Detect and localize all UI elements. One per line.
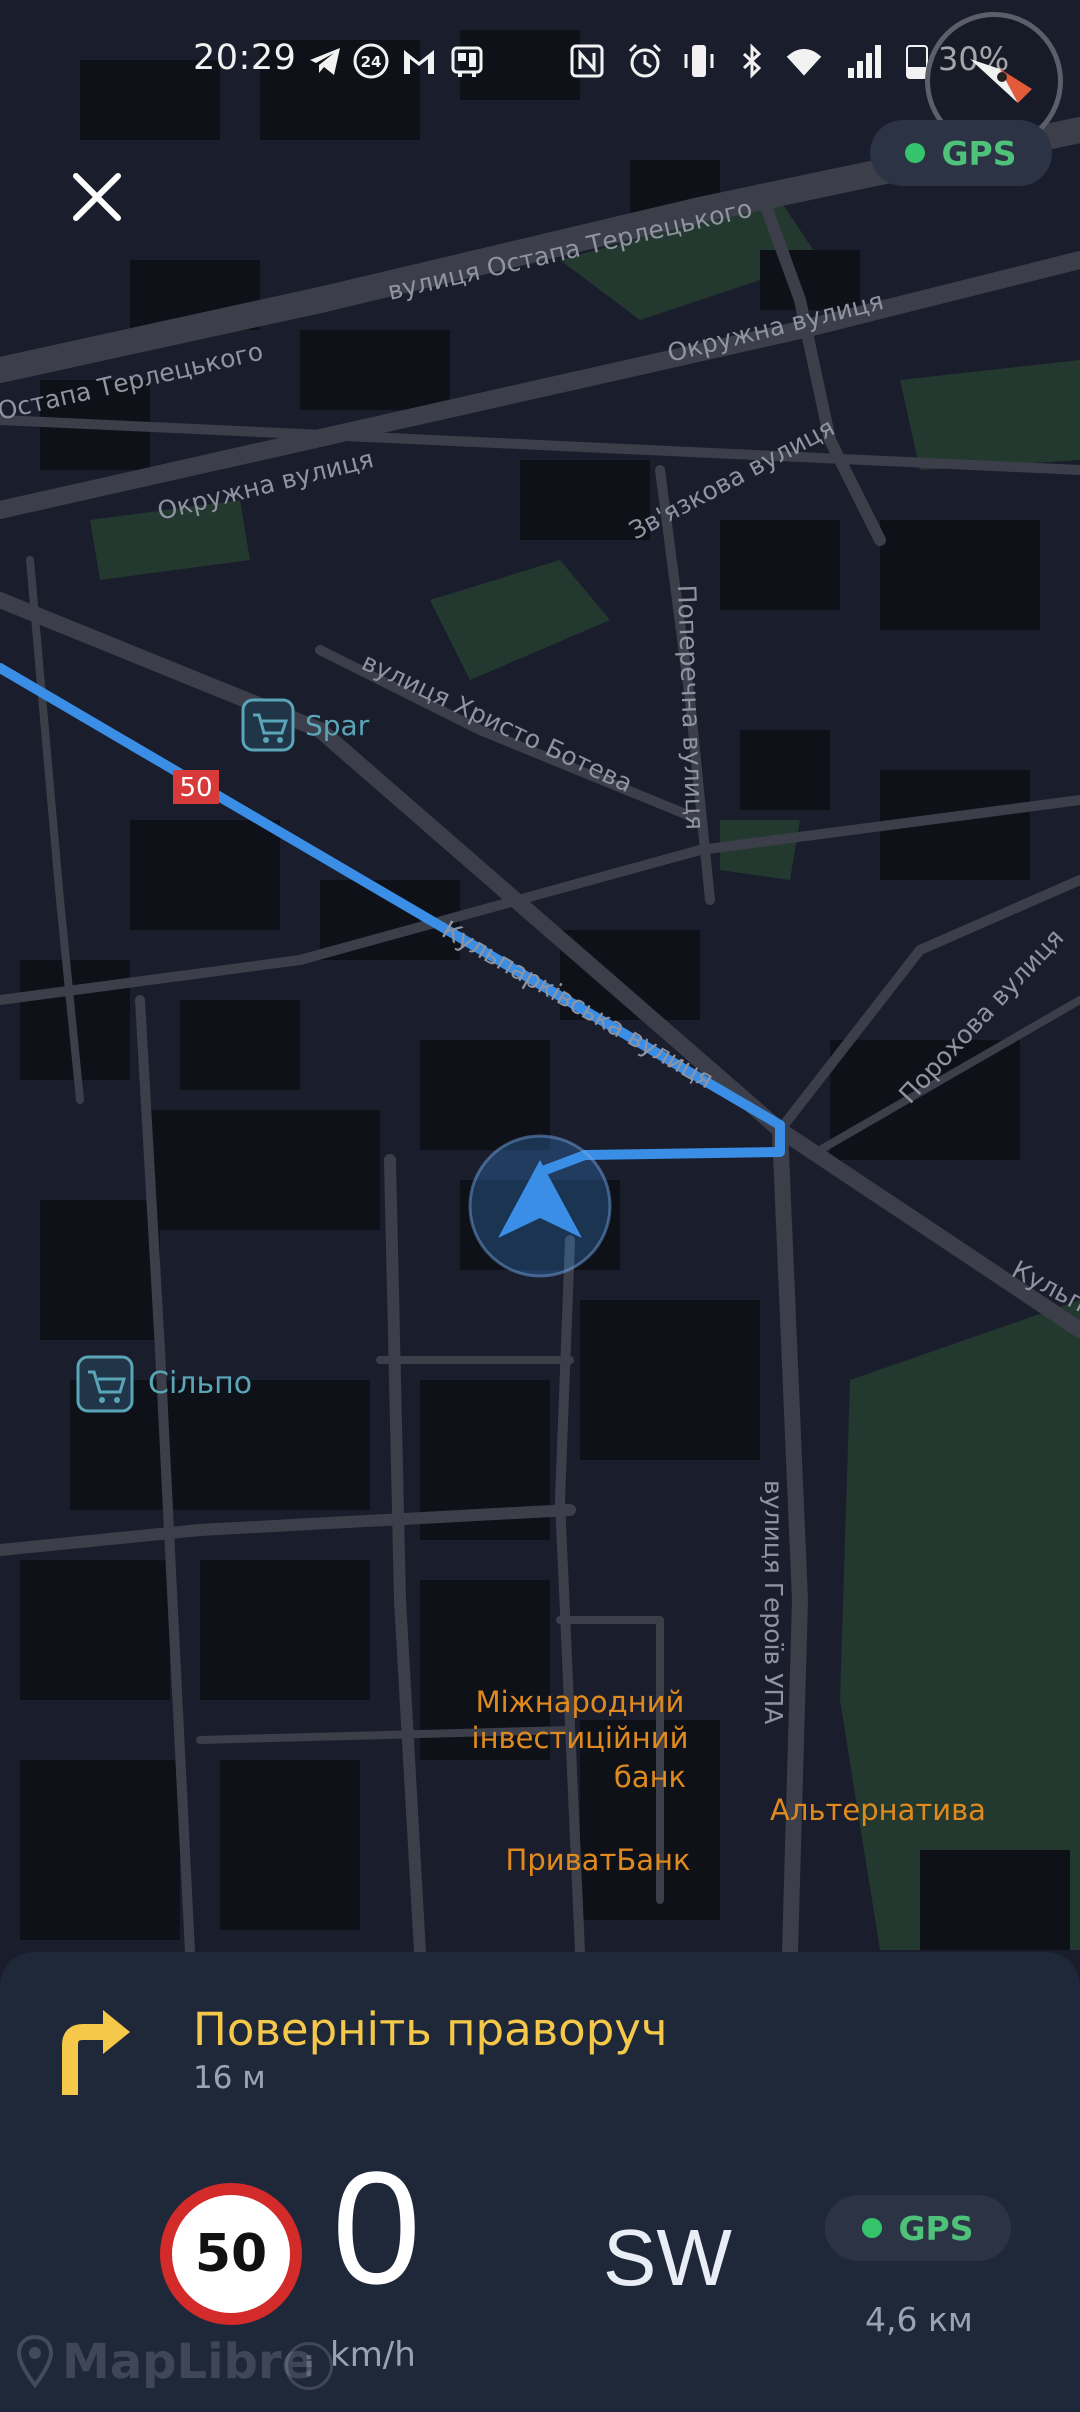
info-icon: i: [304, 2349, 314, 2383]
gps-status-dot: [862, 2218, 883, 2238]
close-button[interactable]: [62, 162, 132, 232]
nfc-icon: [570, 44, 604, 78]
speed-unit: km/h: [330, 2335, 416, 2375]
location-marker: [468, 1134, 612, 1278]
turn-distance: 16 м: [193, 2060, 266, 2096]
24-channel-icon: 24: [353, 43, 389, 79]
remaining-distance: 4,6 км: [865, 2300, 973, 2339]
status-bar: 20:29 24 30%: [0, 0, 1080, 120]
alarm-icon: [628, 43, 662, 78]
gmail-icon: [404, 50, 434, 74]
gps-status-dot: [905, 143, 926, 163]
signal-icon: [848, 45, 881, 78]
telegram-icon: [310, 48, 340, 75]
maplibre-logo: MapLibre: [16, 2332, 314, 2392]
turn-instruction: Поверніть праворуч: [193, 2003, 668, 2056]
map-pin-icon: [16, 2335, 54, 2389]
svg-text:50: 50: [179, 773, 212, 803]
bluetooth-icon: [742, 43, 762, 79]
svg-text:24: 24: [361, 53, 382, 71]
close-icon: [73, 173, 121, 221]
speed-limit-sign: 50: [160, 2183, 302, 2325]
poi-label: Spar: [305, 709, 370, 742]
attribution-info-button[interactable]: i: [285, 2342, 333, 2390]
heading-direction: SW: [603, 2213, 732, 2302]
street-label: вулиця Героїв УПА: [759, 1480, 788, 1724]
bus-app-icon: [451, 46, 483, 77]
maplibre-logo-text: MapLibre: [62, 2334, 315, 2390]
road-speed-badge: 50: [173, 770, 219, 804]
svg-text:банк: банк: [614, 1760, 686, 1794]
status-time: 20:29: [193, 38, 297, 78]
gps-label: GPS: [941, 133, 1017, 173]
gps-status-chip-bottom[interactable]: GPS: [825, 2195, 1011, 2261]
gps-status-chip[interactable]: GPS: [870, 120, 1052, 186]
svg-text:Міжнародний: Міжнародний: [476, 1685, 685, 1719]
poi-alternatyva[interactable]: Альтернатива: [770, 1793, 986, 1827]
wifi-icon: [786, 48, 822, 76]
current-speed: 0: [332, 2138, 421, 2317]
poi-privatbank[interactable]: ПриватБанк: [506, 1843, 691, 1877]
svg-text:інвестиційний: інвестиційний: [472, 1721, 689, 1755]
poi-label: Сільпо: [148, 1366, 252, 1401]
vibrate-icon: [684, 45, 714, 77]
gps-label: GPS: [898, 2208, 974, 2248]
turn-right-icon: [62, 2010, 130, 2095]
